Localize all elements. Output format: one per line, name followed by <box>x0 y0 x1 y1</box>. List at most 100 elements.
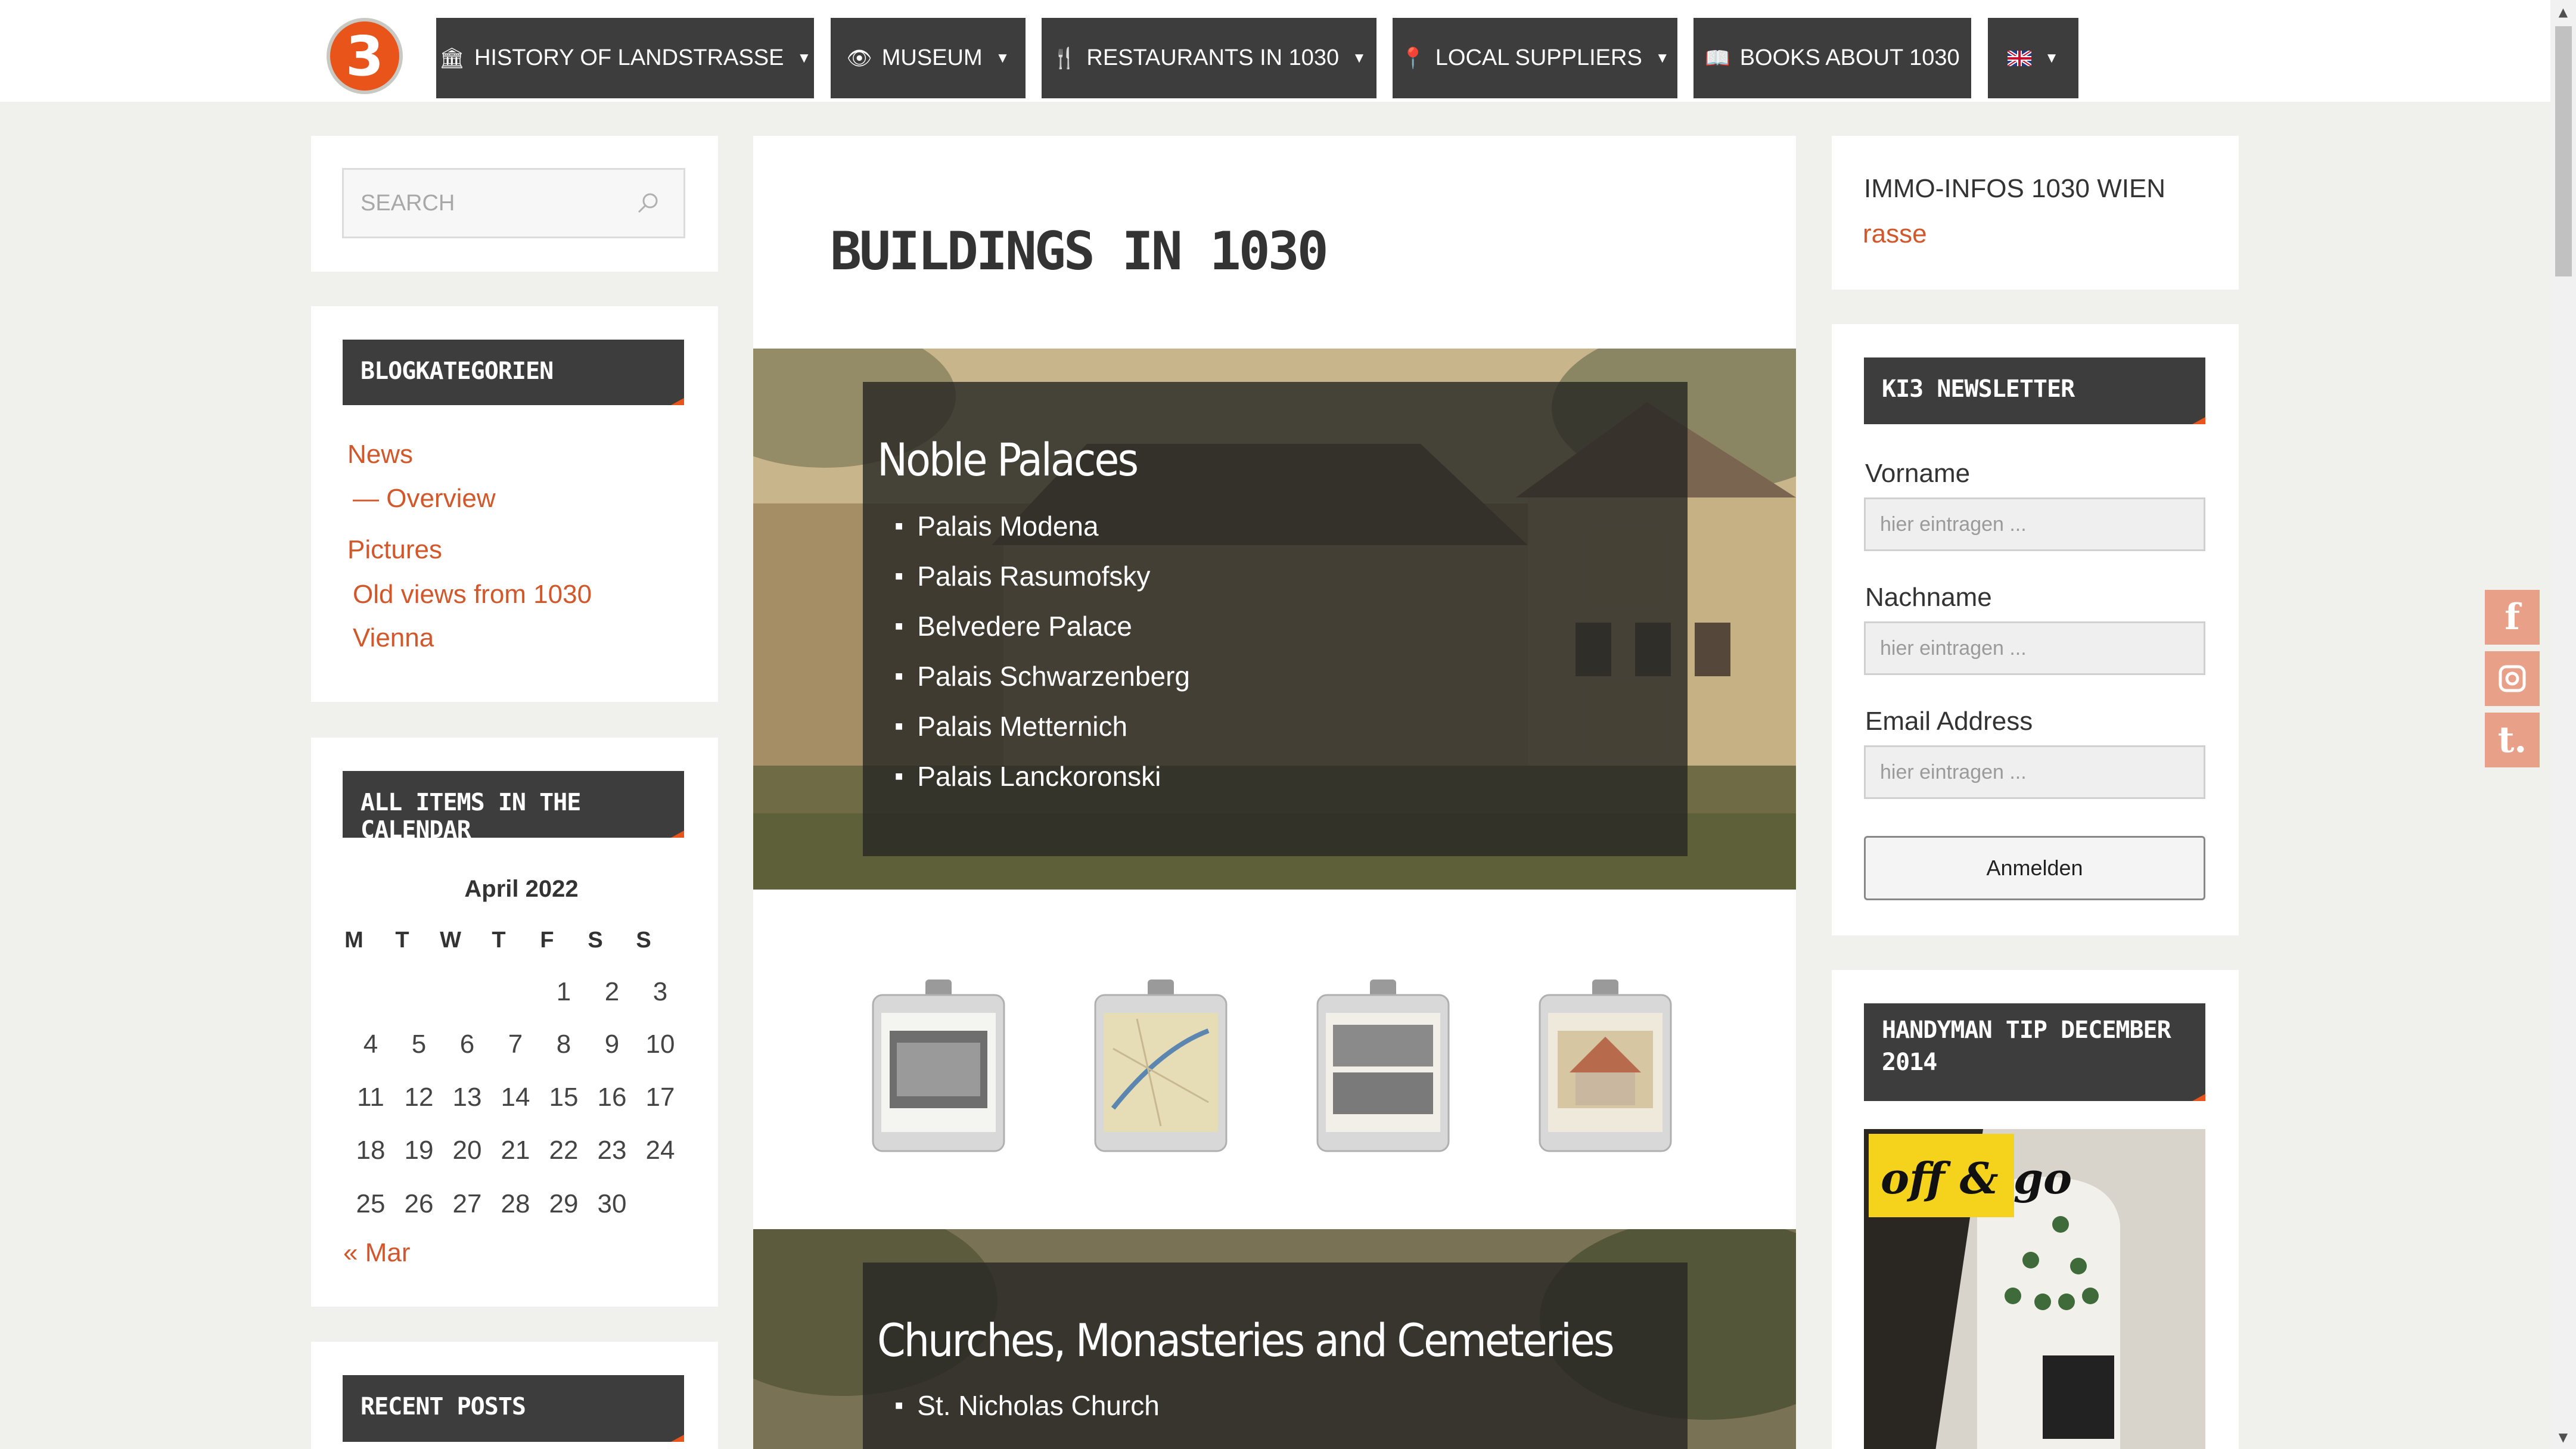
eye-icon: 👁 <box>846 46 872 70</box>
category-pictures[interactable]: Pictures <box>347 535 442 565</box>
flask-image[interactable] <box>867 977 1010 1156</box>
calendar-day: 18 <box>356 1136 386 1165</box>
calendar-weekday: S <box>588 928 603 953</box>
calendar-day: 25 <box>356 1189 386 1218</box>
calendar-day: 20 <box>452 1136 482 1165</box>
category-old-views[interactable]: Old views from 1030 <box>353 580 592 610</box>
nav-history-label: HISTORY OF LANDSTRASSE <box>474 45 784 70</box>
page-scrollbar[interactable]: ▲ ▼ <box>2550 0 2576 1449</box>
section-list: St. Nicholas Church <box>895 1380 1160 1431</box>
flask-image[interactable] <box>1089 977 1232 1156</box>
calendar-day: 16 <box>597 1083 627 1112</box>
nav-restaurants[interactable]: 🍴 RESTAURANTS IN 1030 ▼ <box>1042 18 1376 98</box>
email-field[interactable]: hier eintragen ... <box>1864 745 2205 799</box>
search-input[interactable]: SEARCH <box>342 168 685 238</box>
list-item[interactable]: Palais Lanckoronski <box>895 751 1190 801</box>
handyman-image[interactable]: off & go <box>1864 1129 2205 1449</box>
section-overlay: Noble Palaces Palais Modena Palais Rasum… <box>863 382 1688 856</box>
list-item[interactable]: Palais Schwarzenberg <box>895 651 1190 701</box>
scroll-down-icon[interactable]: ▼ <box>2550 1425 2576 1449</box>
calendar-day: 17 <box>645 1083 675 1112</box>
caret-down-icon: ▼ <box>1352 49 1366 66</box>
calendar-weekday: W <box>440 928 461 953</box>
scroll-up-icon[interactable]: ▲ <box>2550 0 2576 24</box>
calendar-day: 2 <box>604 977 620 1006</box>
newsletter-title: KI3 NEWSLETTER <box>1864 357 2205 424</box>
calendar-day: 1 <box>556 977 571 1006</box>
search-icon[interactable] <box>636 191 660 215</box>
calendar-day: 3 <box>652 977 668 1006</box>
flask-image[interactable] <box>1312 977 1455 1156</box>
immo-title: IMMO-INFOS 1030 WIEN <box>1864 174 2166 203</box>
list-item[interactable]: Palais Modena <box>895 501 1190 551</box>
category-vienna[interactable]: Vienna <box>353 623 434 653</box>
instagram-icon[interactable] <box>2485 651 2540 706</box>
calendar-weekday: S <box>636 928 651 953</box>
calendar-day: 29 <box>549 1189 579 1218</box>
caret-down-icon: ▼ <box>2044 49 2059 66</box>
image-sign-text: off & go <box>1881 1153 2072 1204</box>
calendar-day: 8 <box>556 1030 571 1059</box>
subscribe-button[interactable]: Anmelden <box>1864 836 2205 900</box>
calendar-caption: April 2022 <box>464 876 579 902</box>
nav-language[interactable]: ▼ <box>1988 18 2078 98</box>
recent-posts-title: RECENT POSTS <box>343 1375 684 1442</box>
stove-image: off & go <box>1864 1129 2205 1449</box>
caret-down-icon: ▼ <box>1655 49 1670 66</box>
instagram-glyph <box>2499 665 2526 692</box>
calendar-title: ALL ITEMS IN THE CALENDAR <box>343 771 684 844</box>
calendar-day: 23 <box>597 1136 627 1165</box>
calendar-day: 14 <box>501 1083 530 1112</box>
scroll-thumb[interactable] <box>2555 26 2572 276</box>
calendar-day: 21 <box>501 1136 530 1165</box>
categories-title: BLOGKATEGORIEN <box>343 340 684 405</box>
immo-widget: IMMO-INFOS 1030 WIEN rasse <box>1832 136 2239 290</box>
site-logo[interactable]: 3 <box>327 18 403 94</box>
calendar-day: 13 <box>452 1083 482 1112</box>
first-name-field[interactable]: hier eintragen ... <box>1864 497 2205 551</box>
nav-museum[interactable]: 👁 MUSEUM ▼ <box>831 18 1026 98</box>
calendar-prev-link[interactable]: « Mar <box>343 1238 410 1268</box>
nav-books[interactable]: 📖 BOOKS ABOUT 1030 <box>1693 18 1971 98</box>
flask-image[interactable] <box>1534 977 1677 1156</box>
calendar-day: 15 <box>549 1083 579 1112</box>
calendar-weekday: F <box>540 928 554 953</box>
nav-museum-label: MUSEUM <box>881 45 983 70</box>
list-item[interactable]: Palais Metternich <box>895 701 1190 751</box>
calendar-day: 24 <box>645 1136 675 1165</box>
nav-history[interactable]: 🏛 HISTORY OF LANDSTRASSE ▼ <box>436 18 814 98</box>
list-item[interactable]: Belvedere Palace <box>895 601 1190 651</box>
calendar-day: 30 <box>597 1189 627 1218</box>
uk-flag-icon <box>2008 50 2032 66</box>
calendar-day: 7 <box>508 1030 523 1059</box>
calendar-weekday: M <box>344 928 363 953</box>
tumblr-icon[interactable]: t. <box>2485 713 2540 767</box>
last-name-field[interactable]: hier eintragen ... <box>1864 621 2205 675</box>
facebook-icon[interactable]: f <box>2485 590 2540 645</box>
nav-local-suppliers[interactable]: 📍 LOCAL SUPPLIERS ▼ <box>1393 18 1677 98</box>
calendar-day: 5 <box>411 1030 427 1059</box>
immo-link[interactable]: rasse <box>1863 219 1927 249</box>
category-news[interactable]: News <box>347 440 413 469</box>
calendar-day: 9 <box>604 1030 620 1059</box>
search-placeholder: SEARCH <box>361 190 455 216</box>
page-title: BUILDINGS IN 1030 <box>830 220 1329 282</box>
calendar-weekday: T <box>492 928 506 953</box>
caret-down-icon: ▼ <box>995 49 1010 66</box>
nav-books-label: BOOKS ABOUT 1030 <box>1739 45 1960 70</box>
list-item[interactable]: Palais Rasumofsky <box>895 551 1190 601</box>
last-name-label: Nachname <box>1865 583 1992 612</box>
section-heading: Noble Palaces <box>877 433 1139 486</box>
nav-local-suppliers-label: LOCAL SUPPLIERS <box>1435 45 1642 70</box>
category-overview[interactable]: — Overview <box>353 484 496 514</box>
calendar-day: 12 <box>404 1083 434 1112</box>
calendar-day: 27 <box>452 1189 482 1218</box>
section-list: Palais Modena Palais Rasumofsky Belveder… <box>895 501 1190 801</box>
list-item[interactable]: St. Nicholas Church <box>895 1380 1160 1431</box>
nav-restaurants-label: RESTAURANTS IN 1030 <box>1086 45 1340 70</box>
calendar-day: 10 <box>645 1030 675 1059</box>
calendar-day: 11 <box>357 1083 384 1112</box>
section-banner-palaces: Noble Palaces Palais Modena Palais Rasum… <box>753 349 1796 890</box>
section-heading: Churches, Monasteries and Cemeteries <box>877 1314 1615 1367</box>
email-placeholder: hier eintragen ... <box>1880 760 2027 783</box>
